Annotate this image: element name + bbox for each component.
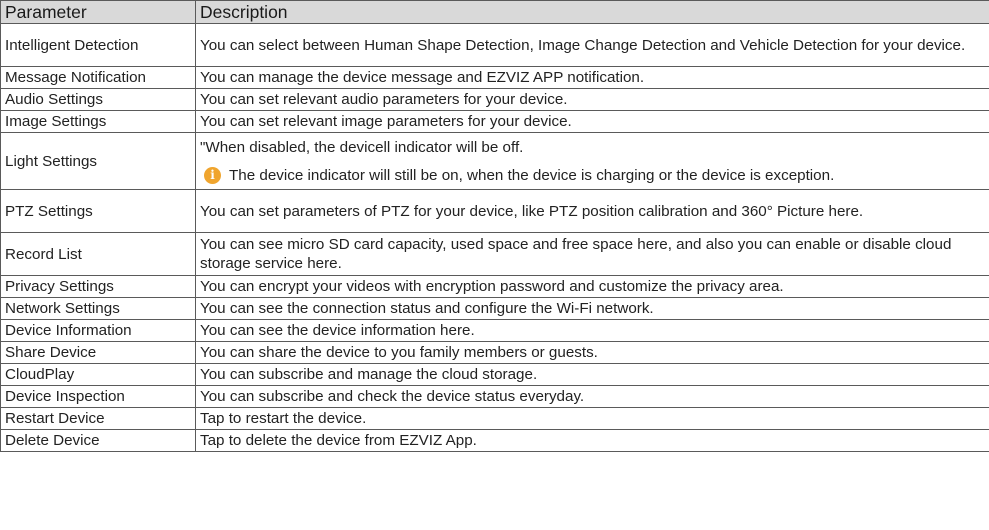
- parameter-cell: Record List: [0, 232, 196, 276]
- table-row: Image Settings You can set relevant imag…: [0, 110, 989, 133]
- table-row: Audio Settings You can set relevant audi…: [0, 88, 989, 111]
- info-icon: i: [204, 166, 221, 184]
- parameter-cell: Message Notification: [0, 66, 196, 89]
- parameter-cell: PTZ Settings: [0, 189, 196, 233]
- table-row: PTZ Settings You can set parameters of P…: [0, 189, 989, 233]
- description-text: "When disabled, the devicell indicator w…: [200, 138, 524, 156]
- info-note-text: The device indicator will still be on, w…: [229, 166, 835, 184]
- light-settings-description: "When disabled, the devicell indicator w…: [200, 137, 985, 186]
- description-cell: You can select between Human Shape Detec…: [195, 23, 989, 67]
- table-row: Record List You can see micro SD card ca…: [0, 232, 989, 276]
- description-cell: You can manage the device message and EZ…: [195, 66, 989, 89]
- description-cell: Tap to restart the device.: [195, 407, 989, 430]
- description-cell: You can set relevant image parameters fo…: [195, 110, 989, 133]
- table-row: Network Settings You can see the connect…: [0, 297, 989, 320]
- description-cell: You can set parameters of PTZ for your d…: [195, 189, 989, 233]
- table-row: Intelligent Detection You can select bet…: [0, 23, 989, 67]
- table-row: Privacy Settings You can encrypt your vi…: [0, 275, 989, 298]
- table-row: Light Settings "When disabled, the devic…: [0, 132, 989, 190]
- parameter-cell: Network Settings: [0, 297, 196, 320]
- parameter-cell: Intelligent Detection: [0, 23, 196, 67]
- table-row: Share Device You can share the device to…: [0, 341, 989, 364]
- description-column-header: Description: [195, 0, 989, 24]
- parameter-cell: Delete Device: [0, 429, 196, 452]
- parameter-table: Parameter Description Intelligent Detect…: [0, 0, 989, 452]
- description-cell: "When disabled, the devicell indicator w…: [195, 132, 989, 190]
- table-header-row: Parameter Description: [0, 0, 989, 24]
- table-row: Device Information You can see the devic…: [0, 319, 989, 342]
- parameter-cell: Restart Device: [0, 407, 196, 430]
- description-cell: You can set relevant audio parameters fo…: [195, 88, 989, 111]
- info-note: i The device indicator will still be on,…: [200, 165, 985, 186]
- description-cell: Tap to delete the device from EZVIZ App.: [195, 429, 989, 452]
- parameter-cell: Device Information: [0, 319, 196, 342]
- parameter-column-header: Parameter: [0, 0, 196, 24]
- parameter-cell: Privacy Settings: [0, 275, 196, 298]
- description-cell: You can subscribe and manage the cloud s…: [195, 363, 989, 386]
- table-row: Restart Device Tap to restart the device…: [0, 407, 989, 430]
- description-cell: You can see the connection status and co…: [195, 297, 989, 320]
- description-cell: You can subscribe and check the device s…: [195, 385, 989, 408]
- description-cell: You can see micro SD card capacity, used…: [195, 232, 989, 276]
- parameter-cell: Share Device: [0, 341, 196, 364]
- description-cell: You can share the device to you family m…: [195, 341, 989, 364]
- table-row: Device Inspection You can subscribe and …: [0, 385, 989, 408]
- table-row: Delete Device Tap to delete the device f…: [0, 429, 989, 452]
- parameter-cell: Light Settings: [0, 132, 196, 190]
- parameter-cell: Audio Settings: [0, 88, 196, 111]
- parameter-cell: Device Inspection: [0, 385, 196, 408]
- table-row: Message Notification You can manage the …: [0, 66, 989, 89]
- parameter-cell: Image Settings: [0, 110, 196, 133]
- table-row: CloudPlay You can subscribe and manage t…: [0, 363, 989, 386]
- parameter-cell: CloudPlay: [0, 363, 196, 386]
- description-cell: You can encrypt your videos with encrypt…: [195, 275, 989, 298]
- description-cell: You can see the device information here.: [195, 319, 989, 342]
